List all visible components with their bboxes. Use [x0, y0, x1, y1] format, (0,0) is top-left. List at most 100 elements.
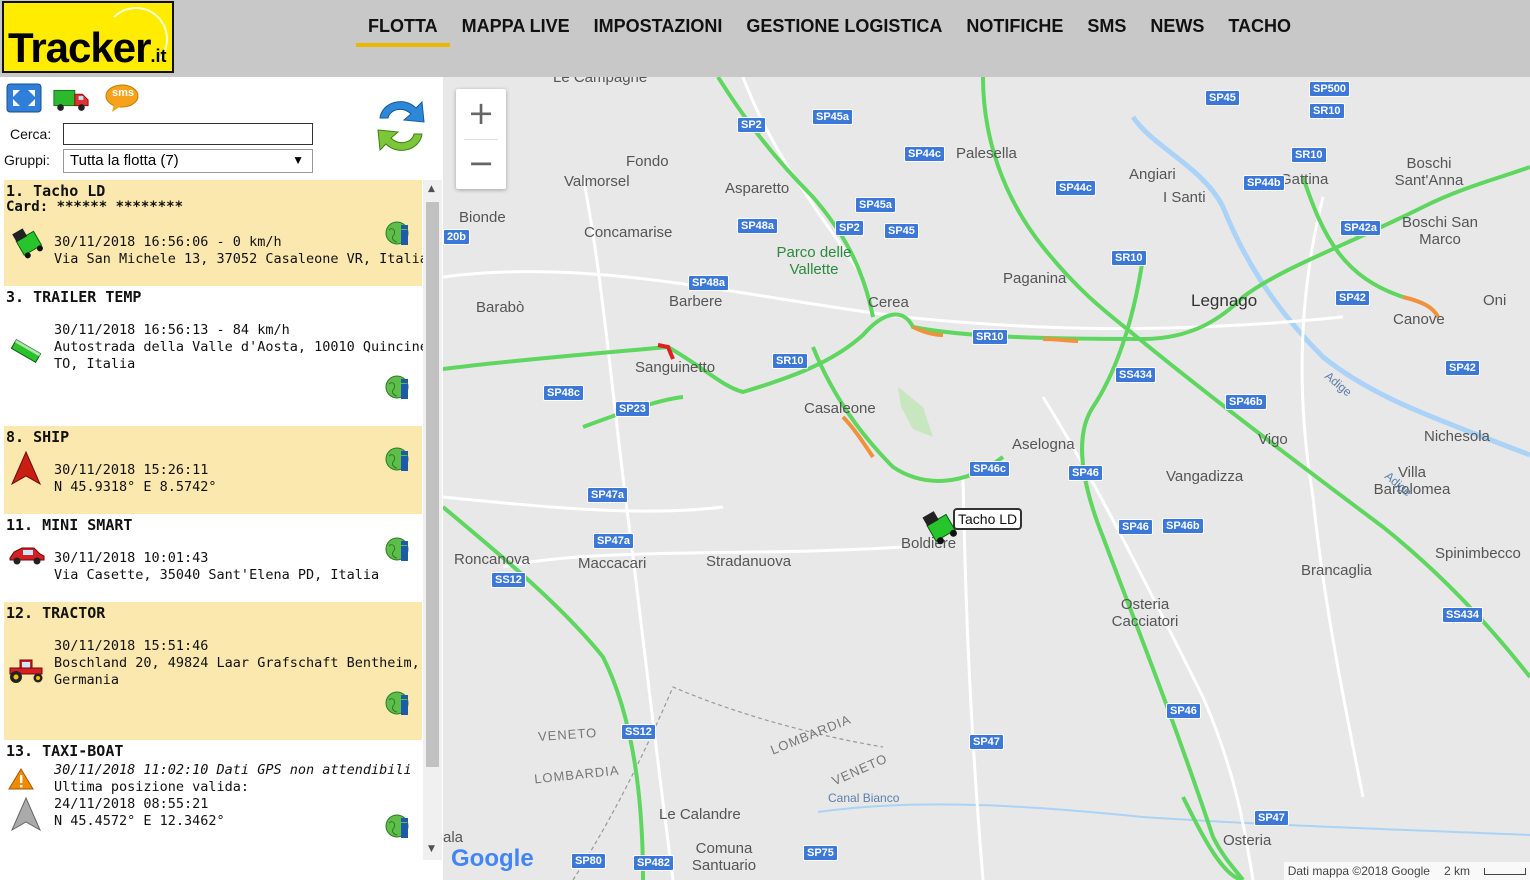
vehicle-title: 12. TRACTOR — [6, 604, 106, 622]
road-shield: SS12 — [491, 572, 526, 588]
attribution-text: Dati mappa ©2018 Google — [1287, 864, 1430, 878]
road-shield: SP47 — [1254, 810, 1289, 826]
vehicle-card: Card: ****** ******** — [6, 199, 184, 215]
road-shield: SP45a — [812, 109, 854, 125]
road-shield: SP75 — [803, 845, 838, 861]
nav-tacho[interactable]: TACHO — [1216, 14, 1303, 47]
nav-notifiche[interactable]: NOTIFICHE — [954, 14, 1075, 47]
place-label: Canal Bianco — [828, 791, 900, 805]
info-globe-icon[interactable] — [384, 374, 412, 402]
road-shield: SP42a — [1340, 220, 1382, 236]
road-shield: SP42 — [1335, 290, 1370, 306]
vehicle-item[interactable]: 12. TRACTOR 30/11/2018 15:51:46 Boschlan… — [4, 602, 422, 740]
place-label: Legnago — [1191, 291, 1258, 310]
info-globe-icon[interactable] — [384, 536, 412, 564]
road-shield: SP482 — [633, 855, 675, 871]
zoom-control: + − — [456, 89, 506, 189]
map-attribution: Dati mappa ©2018 Google 2 km — [1283, 862, 1530, 880]
road-shield: SP48a — [688, 275, 730, 291]
road-shield: SP47a — [587, 487, 629, 503]
groups-label: Gruppi: — [4, 152, 50, 168]
place-label: Aselogna — [1012, 436, 1075, 453]
nav-impostazioni[interactable]: IMPOSTAZIONI — [582, 14, 735, 47]
vehicle-timestamp: 30/11/2018 10:01:43 — [54, 550, 209, 566]
place-label: Asparetto — [725, 180, 790, 197]
place-label: Cerea — [868, 294, 909, 311]
place-label: Sanguinetto — [635, 359, 716, 376]
scroll-up-icon[interactable]: ▲ — [428, 184, 435, 194]
place-label: Fondo — [626, 153, 669, 170]
truck-marker-label[interactable]: Tacho LD — [953, 508, 1023, 530]
vehicle-title: 8. SHIP — [6, 428, 70, 446]
zoom-in-button[interactable]: + — [456, 89, 506, 139]
zoom-out-button[interactable]: − — [456, 139, 506, 189]
search-label: Cerca: — [10, 126, 52, 142]
road-shield: SP46b — [1225, 394, 1267, 410]
road-shield: SR10 — [1111, 250, 1147, 266]
info-globe-icon[interactable] — [384, 813, 412, 841]
road-shield: SR10 — [1309, 103, 1345, 119]
vehicle-title: 3. TRAILER TEMP — [6, 288, 142, 306]
vehicle-item[interactable]: 3. TRAILER TEMP 30/11/2018 16:56:13 - 84… — [4, 286, 423, 426]
vehicle-title: 11. MINI SMART — [6, 516, 133, 534]
road-shield: SP80 — [571, 853, 606, 869]
info-globe-icon[interactable] — [384, 220, 412, 248]
info-globe-icon[interactable] — [384, 446, 412, 474]
map-view[interactable]: + − Le Campagne Fondo Valmorsel Asparetto Pa… — [443, 77, 1530, 880]
nav-news[interactable]: NEWS — [1138, 14, 1216, 47]
truck-icon[interactable] — [52, 82, 90, 114]
tacho-truck-icon — [12, 228, 43, 259]
place-label: Parco delle Vallette — [776, 244, 852, 278]
info-globe-icon[interactable] — [384, 690, 412, 718]
vehicle-item[interactable]: 1. Tacho LD Card: ****** ******** 30/11/… — [4, 180, 423, 286]
nav-sms[interactable]: SMS — [1075, 14, 1138, 47]
nav-gestione-logistica[interactable]: GESTIONE LOGISTICA — [734, 14, 954, 47]
search-input[interactable] — [63, 123, 313, 145]
google-logo: Google — [451, 845, 534, 872]
road-shield: SP48c — [543, 385, 585, 401]
scale-bar — [1484, 867, 1526, 875]
refresh-icon[interactable] — [370, 92, 432, 160]
list-scrollbar[interactable]: ▲ ▼ — [423, 180, 442, 860]
groups-selected-value: Tutta la flotta (7) — [70, 152, 179, 169]
scroll-down-icon[interactable]: ▼ — [428, 844, 435, 854]
vehicle-item[interactable]: 13. TAXI-BOAT 30/11/2018 11:02:10 Dati G… — [4, 740, 422, 860]
road-shield: SS434 — [1115, 367, 1157, 383]
nav-mappa-live[interactable]: MAPPA LIVE — [450, 14, 582, 47]
tracker-logo[interactable]: Tracker.it — [2, 1, 174, 73]
place-label: Casaleone — [804, 400, 876, 417]
vehicle-timestamp: 30/11/2018 15:51:46 — [54, 638, 209, 654]
scale-label: 2 km — [1443, 864, 1470, 878]
sms-icon[interactable]: sms — [104, 83, 140, 113]
vehicle-item[interactable]: 11. MINI SMART 30/11/2018 10:01:43 Via C… — [4, 514, 422, 602]
car-icon — [9, 547, 45, 565]
place-label: I Santi — [1163, 189, 1206, 206]
fullscreen-icon[interactable] — [5, 82, 43, 114]
road-shield: SP47a — [593, 533, 635, 549]
road-shield: SP45a — [855, 197, 897, 213]
road-shield: SP46b — [1162, 518, 1204, 534]
groups-select[interactable]: Tutta la flotta (7) ▼ — [63, 149, 313, 173]
place-label: Barabò — [476, 299, 525, 316]
road-shield: SR10 — [772, 353, 808, 369]
vehicle-title: 13. TAXI-BOAT — [6, 742, 124, 760]
place-label: Maccacari — [578, 555, 647, 572]
scroll-thumb[interactable] — [426, 202, 439, 767]
place-label: Brancaglia — [1301, 562, 1372, 579]
nav-flotta[interactable]: FLOTTA — [356, 14, 450, 47]
place-label: Le Campagne — [553, 77, 648, 86]
place-label: ala — [443, 829, 464, 846]
road-shield: SP2 — [737, 117, 766, 133]
vehicle-timestamp: 30/11/2018 16:56:06 - 0 km/h — [54, 234, 282, 250]
place-label: Palesella — [956, 145, 1017, 162]
vehicle-coordinates: N 45.9318° E 8.5742° — [54, 479, 217, 495]
vehicle-address: Via Casette, 35040 Sant'Elena PD, Italia — [54, 567, 380, 583]
road-shield: SP2 — [835, 220, 864, 236]
vehicle-address: Via San Michele 13, 37052 Casaleone VR, … — [54, 251, 423, 267]
place-label: Bionde — [459, 209, 506, 226]
place-label: Osteria Cacciatori — [1111, 596, 1179, 630]
road-shield: SP48a — [737, 218, 779, 234]
road-shield: SP500 — [1309, 81, 1351, 97]
road-shield: SP45 — [884, 223, 919, 239]
vehicle-item[interactable]: 8. SHIP 30/11/2018 15:26:11 N 45.9318° E… — [4, 426, 422, 514]
